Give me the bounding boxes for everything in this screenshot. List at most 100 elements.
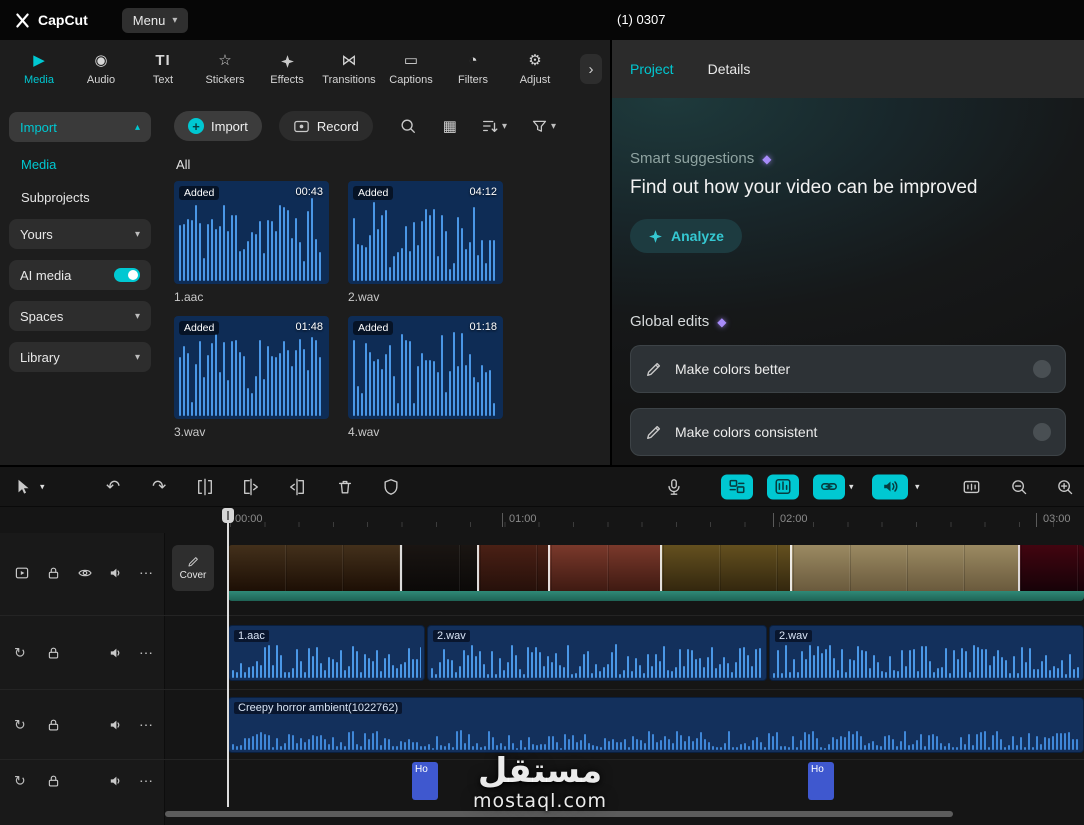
track-more-button[interactable]: ⋯ <box>139 645 153 662</box>
media-file-card: Added 04:12 2.wav <box>348 181 503 304</box>
timeline-panel: ▾ ↶ ↷ ▾ ▾ 00:00 01:00 02:00 03:00 ⋯ ↻ ⋯ … <box>0 467 1084 825</box>
tab-adjust[interactable]: ⚙ Adjust <box>504 52 566 86</box>
sidebar-item-import[interactable]: Import ▴ <box>9 112 151 142</box>
tab-audio[interactable]: ◉ Audio <box>70 52 132 86</box>
split-keep-right-button[interactable] <box>288 478 306 496</box>
lock-track-button[interactable] <box>46 646 61 661</box>
zoom-in-button[interactable] <box>1056 478 1074 496</box>
filter-button[interactable]: ▾ <box>531 118 556 135</box>
make-colors-consistent-card[interactable]: Make colors consistent <box>630 408 1066 456</box>
make-colors-better-card[interactable]: Make colors better <box>630 345 1066 393</box>
mute-track-button[interactable] <box>108 717 124 733</box>
video-clip[interactable] <box>228 545 1084 601</box>
voiceover-button[interactable] <box>665 478 683 496</box>
mute-track-button[interactable] <box>108 773 124 789</box>
sidebar-item-ai-media[interactable]: AI media <box>9 260 151 290</box>
analyze-button[interactable]: Analyze <box>630 219 742 253</box>
record-button[interactable]: Record <box>278 111 373 141</box>
lock-icon <box>48 719 59 731</box>
mask-button[interactable] <box>382 478 400 496</box>
more-icon: ⋯ <box>139 772 153 789</box>
clip-label: Creepy horror ambient(1022762) <box>234 702 403 714</box>
split-keep-left-button[interactable] <box>242 478 260 496</box>
filters-icon: ◔ <box>468 52 478 69</box>
undo-button[interactable]: ↶ <box>106 477 120 497</box>
menu-button[interactable]: Menu ▾ <box>121 7 189 33</box>
audio-separate-button[interactable] <box>872 474 908 499</box>
tab-filters[interactable]: ◔ Filters <box>442 52 504 86</box>
voice-caption-button[interactable] <box>962 478 981 496</box>
lock-track-button[interactable] <box>46 718 61 733</box>
audio-clip[interactable]: 1.aac <box>228 625 425 681</box>
toggle-visibility-button[interactable] <box>77 565 93 581</box>
audio-clip[interactable]: 2.wav <box>427 625 767 681</box>
text-clip[interactable]: Ho <box>808 762 834 800</box>
text-track-header: ↻ ⋯ <box>0 759 165 803</box>
redo-button[interactable]: ↷ <box>152 477 166 497</box>
audio-separate-dropdown[interactable]: ▾ <box>915 481 920 492</box>
search-button[interactable] <box>399 117 417 135</box>
ruler-label: 03:00 <box>1036 513 1071 527</box>
sort-button[interactable]: ▾ <box>481 117 507 135</box>
audio-clip[interactable]: Creepy horror ambient(1022762) <box>228 697 1084 753</box>
sidebar-item-yours[interactable]: Yours ▾ <box>9 219 151 249</box>
added-badge: Added <box>353 321 394 335</box>
auto-captions-button[interactable] <box>767 474 799 499</box>
tab-media[interactable]: ▶ Media <box>8 52 70 86</box>
tab-text[interactable]: TI Text <box>132 52 194 86</box>
split-button[interactable] <box>196 478 214 496</box>
chevron-down-icon: ▾ <box>501 120 507 132</box>
timeline-ruler[interactable]: 00:00 01:00 02:00 03:00 <box>0 507 1084 533</box>
relink-media-button[interactable] <box>721 474 753 499</box>
make-colors-consistent-toggle[interactable] <box>1033 423 1051 441</box>
media-file-thumbnail[interactable]: Added 01:48 <box>174 316 329 419</box>
select-tool-dropdown[interactable]: ▾ <box>40 481 45 492</box>
tab-captions[interactable]: ▭ Captions <box>380 52 442 86</box>
added-badge: Added <box>179 186 220 200</box>
clip-label: 2.wav <box>775 630 812 642</box>
link-clips-button[interactable] <box>813 474 845 499</box>
video-clip-thumbnails <box>228 545 1084 591</box>
more-icon: ⋯ <box>139 644 153 661</box>
lock-track-button[interactable] <box>46 566 61 581</box>
mute-track-button[interactable] <box>108 645 124 661</box>
tab-details[interactable]: Details <box>708 61 751 77</box>
color-pen-icon <box>645 360 663 378</box>
text-clip[interactable]: Ho <box>412 762 438 800</box>
link-clips-dropdown[interactable]: ▾ <box>849 481 854 492</box>
topbar: CapCut Menu ▾ (1) 0307 <box>0 0 1084 40</box>
media-file-thumbnail[interactable]: Added 01:18 <box>348 316 503 419</box>
tab-stickers[interactable]: ☆ Stickers <box>194 52 256 86</box>
chevron-down-icon: ▾ <box>134 310 140 322</box>
sidebar-item-spaces[interactable]: Spaces ▾ <box>9 301 151 331</box>
filter-icon <box>532 120 547 132</box>
cover-button[interactable]: Cover <box>172 545 214 591</box>
import-button[interactable]: + Import <box>174 111 262 141</box>
tab-transitions[interactable]: ⋈ Transitions <box>318 52 380 86</box>
horizontal-scrollbar[interactable] <box>165 811 953 817</box>
playhead-handle[interactable] <box>222 508 234 523</box>
panel-expand-button[interactable]: › <box>580 54 602 84</box>
media-file-thumbnail[interactable]: Added 04:12 <box>348 181 503 284</box>
waveform <box>232 644 421 678</box>
track-more-button[interactable]: ⋯ <box>139 717 153 734</box>
tab-effects[interactable]: Effects <box>256 52 318 86</box>
chevron-down-icon: ▾ <box>134 228 140 240</box>
track-more-button[interactable]: ⋯ <box>139 773 153 790</box>
ai-media-toggle[interactable] <box>114 268 140 282</box>
mute-track-button[interactable] <box>108 565 124 581</box>
sidebar-item-library[interactable]: Library ▾ <box>9 342 151 372</box>
media-file-thumbnail[interactable]: Added 00:43 <box>174 181 329 284</box>
track-more-button[interactable]: ⋯ <box>139 565 153 582</box>
grid-view-button[interactable]: ▦ <box>443 117 457 135</box>
audio-clip[interactable]: 2.wav <box>769 625 1084 681</box>
tab-project[interactable]: Project <box>630 61 674 77</box>
lock-track-button[interactable] <box>46 774 61 789</box>
waveform <box>179 197 324 281</box>
delete-button[interactable] <box>336 478 354 496</box>
make-colors-better-toggle[interactable] <box>1033 360 1051 378</box>
zoom-out-button[interactable] <box>1010 478 1028 496</box>
sidebar-item-media[interactable]: Media <box>9 153 151 175</box>
select-tool-button[interactable] <box>14 478 32 496</box>
sidebar-item-subprojects[interactable]: Subprojects <box>9 186 151 208</box>
